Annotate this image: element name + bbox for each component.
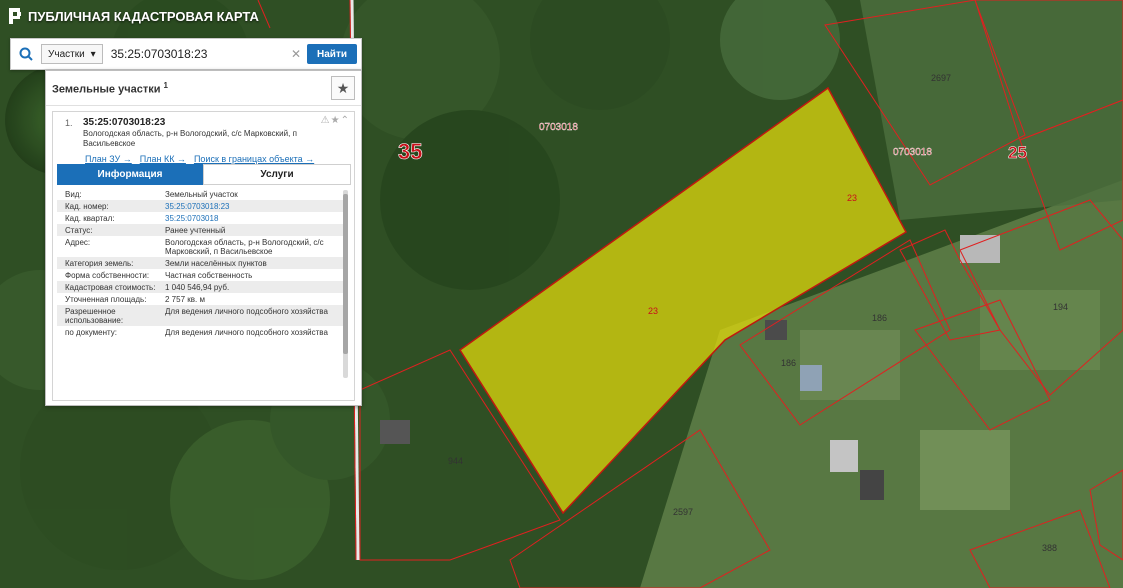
clear-icon[interactable]: ✕ <box>291 47 301 61</box>
panel-title: Земельные участки 1 <box>52 80 168 96</box>
info-label: Статус: <box>65 226 93 235</box>
tab-information[interactable]: Информация <box>57 164 203 185</box>
info-row: Статус: Ранее учтенный <box>57 224 343 236</box>
result-count: 1 <box>163 80 168 90</box>
search-input[interactable]: 35:25:0703018:23 ✕ <box>103 47 307 61</box>
plan-kk-link[interactable]: План КК → <box>140 154 186 164</box>
info-label: Кад. квартал: <box>65 214 115 223</box>
chevron-down-icon: ▾ <box>90 48 96 60</box>
info-table: Вид: Земельный участок Кад. номер: 35:25:0… <box>57 188 343 338</box>
info-row: по документу: Для ведения личного подсобн… <box>57 326 343 338</box>
quarter-label-b: 0703018 <box>893 147 932 158</box>
info-value: Частная собственность <box>165 271 253 280</box>
info-value: Для ведения личного подсобного хозяйства <box>165 328 328 337</box>
info-value: Ранее учтенный <box>165 226 226 235</box>
search-type-label: Участки <box>48 48 85 60</box>
search-type-select[interactable]: Участки ▾ <box>41 44 103 64</box>
scrollbar-thumb[interactable] <box>343 194 348 354</box>
parcel-label: 944 <box>448 456 463 466</box>
info-label: Уточненная площадь: <box>65 295 147 304</box>
parcel-label: 194 <box>1053 302 1068 312</box>
info-row: Кад. квартал: 35:25:0703018 <box>57 212 343 224</box>
card-tabs: Информация Услуги <box>57 164 351 185</box>
info-row: Категория земель: Земли населённых пункто… <box>57 257 343 269</box>
info-label: Кадастровая стоимость: <box>65 283 156 292</box>
info-row: Уточненная площадь: 2 757 кв. м <box>57 293 343 305</box>
app-title: ПУБЛИЧНАЯ КАДАСТРОВАЯ КАРТА <box>28 8 259 24</box>
favorite-star-button[interactable]: ★ <box>331 76 355 100</box>
quarter-label-a: 0703018 <box>539 122 578 133</box>
parcel-label: 186 <box>781 358 796 368</box>
plan-zu-link[interactable]: План ЗУ → <box>85 154 132 164</box>
info-row: Форма собственности: Частная собственност… <box>57 269 343 281</box>
info-row: Кад. номер: 35:25:0703018:23 <box>57 200 343 212</box>
info-row: Разрешенное использование: Для ведения ли… <box>57 305 343 326</box>
warning-icon[interactable]: ⚠ <box>321 115 331 126</box>
logo-icon <box>9 8 21 24</box>
info-row: Адрес: Вологодская область, р-н Вологодск… <box>57 236 343 257</box>
info-label: Вид: <box>65 190 82 199</box>
parcel-label: 23 <box>847 193 857 203</box>
info-label: Кад. номер: <box>65 202 109 211</box>
district-label-35: 35 <box>398 139 422 164</box>
search-icon[interactable] <box>11 39 41 69</box>
tab-services[interactable]: Услуги <box>203 164 351 185</box>
app-header: ПУБЛИЧНАЯ КАДАСТРОВАЯ КАРТА <box>8 8 259 24</box>
info-value-link[interactable]: 35:25:0703018:23 <box>165 202 343 211</box>
info-value: Для ведения личного подсобного хозяйства <box>165 307 328 316</box>
info-label: по документу: <box>65 328 117 337</box>
panel-header: Земельные участки 1 ★ <box>46 71 361 106</box>
parcel-label: 23 <box>648 306 658 316</box>
result-index: 1. <box>65 118 73 128</box>
info-value: Земельный участок <box>165 190 238 199</box>
chevron-up-icon[interactable]: ⌃ <box>341 115 350 126</box>
info-label: Разрешенное использование: <box>65 307 124 325</box>
result-card: 1. 35:25:0703018:23 Вологодская область,… <box>52 111 355 401</box>
result-cad-number[interactable]: 35:25:0703018:23 <box>83 117 348 129</box>
star-icon[interactable]: ★ <box>331 115 341 126</box>
card-actions: ⚠★⌃ <box>321 116 350 126</box>
results-panel: Земельные участки 1 ★ 1. 35:25:0703018:2… <box>45 70 362 406</box>
result-address: Вологодская область, р-н Вологодский, с/… <box>83 129 297 148</box>
info-value: 1 040 546,94 руб. <box>165 283 230 292</box>
info-value: Земли населённых пунктов <box>165 259 267 268</box>
info-value-link[interactable]: 35:25:0703018 <box>165 214 343 223</box>
info-row: Вид: Земельный участок <box>57 188 343 200</box>
parcel-label: 2597 <box>673 507 693 517</box>
parcel-label: 388 <box>1042 543 1057 553</box>
district-label-25: 25 <box>1008 143 1027 162</box>
info-label: Форма собственности: <box>65 271 150 280</box>
search-bar: Участки ▾ 35:25:0703018:23 ✕ Найти <box>10 38 362 70</box>
parcel-label: 186 <box>872 313 887 323</box>
info-value: Вологодская область, р-н Вологодский, с/… <box>165 238 324 256</box>
parcel-label: 2697 <box>931 73 951 83</box>
search-in-bounds-link[interactable]: Поиск в границах объекта → <box>194 154 314 164</box>
info-row: Кадастровая стоимость: 1 040 546,94 руб. <box>57 281 343 293</box>
info-label: Категория земель: <box>65 259 134 268</box>
info-value: 2 757 кв. м <box>165 295 205 304</box>
result-links: План ЗУ → План КК → Поиск в границах объ… <box>53 149 354 164</box>
info-label: Адрес: <box>65 238 91 247</box>
search-query-text: 35:25:0703018:23 <box>110 47 208 61</box>
find-button[interactable]: Найти <box>307 44 357 64</box>
